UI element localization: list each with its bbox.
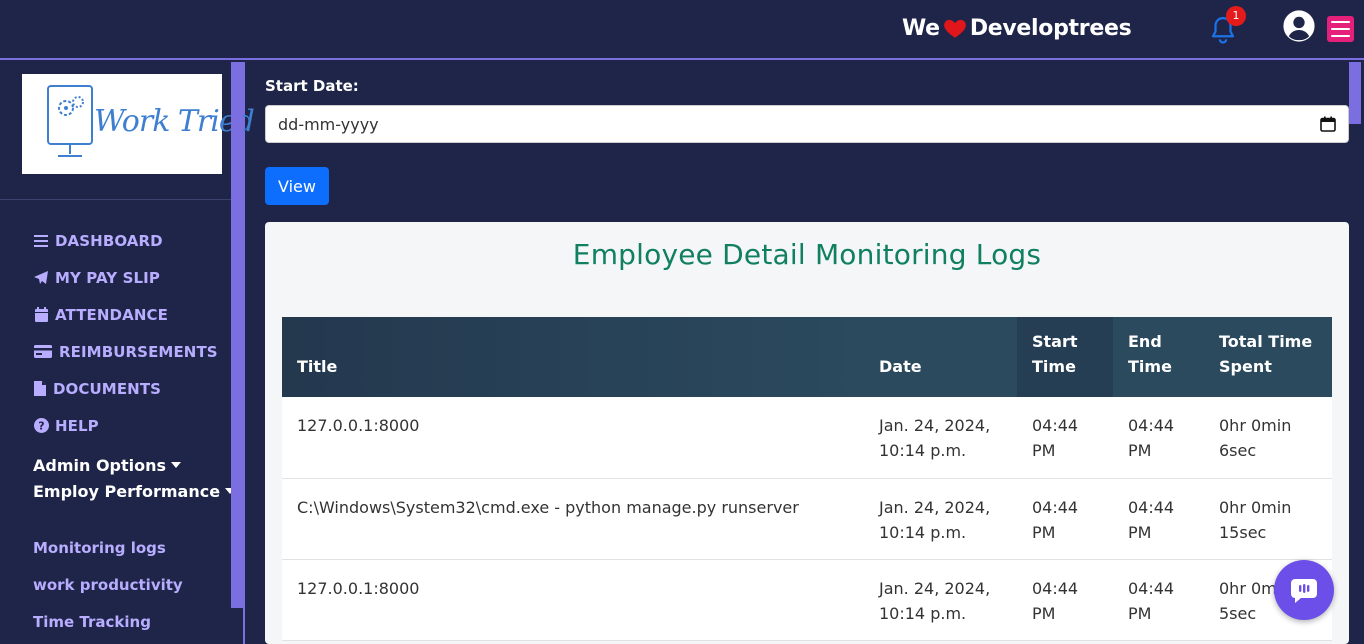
cell-end-time: 04:44 PM [1113, 559, 1204, 641]
sidebar-item-label: ATTENDANCE [55, 305, 168, 324]
performance-sublinks: Monitoring logs work productivity Time T… [33, 529, 183, 640]
table-row: C:\Windows\System32\cmd.exe - python man… [282, 478, 1332, 560]
sidebar-nav: DASHBOARD MY PAY SLIP ATTENDANCE REIMBUR… [33, 222, 218, 444]
sidebar: Work Tried DASHBOARD MY PAY SLIP ATTENDA… [0, 62, 255, 644]
table-header-row: Title Date Start Time End Time Total Tim… [282, 317, 1332, 397]
sidebar-divider [0, 199, 231, 200]
caret-down-icon [171, 462, 182, 468]
sidebar-item-label: REIMBURSEMENTS [59, 342, 218, 361]
column-header-end-time: End Time [1113, 317, 1204, 397]
logs-table: Title Date Start Time End Time Total Tim… [282, 317, 1332, 641]
cell-date: Jan. 24, 2024, 10:14 p.m. [864, 397, 1017, 479]
sidebar-item-label: MY PAY SLIP [55, 268, 160, 287]
bars-icon [33, 233, 49, 249]
column-header-date: Date [864, 317, 1017, 397]
date-placeholder: dd-mm-yyyy [278, 114, 379, 134]
brand-title: We Developtrees [902, 12, 1132, 44]
top-navbar: We Developtrees 1 [0, 0, 1364, 60]
view-button[interactable]: View [265, 167, 329, 205]
credit-card-icon [33, 344, 53, 360]
employ-performance-dropdown[interactable]: Employ Performance [33, 478, 236, 504]
admin-options-label: Admin Options [33, 455, 167, 475]
sidebar-item-dashboard[interactable]: DASHBOARD [33, 222, 218, 259]
company-logo: Work Tried [22, 74, 255, 174]
sidebar-item-label: DASHBOARD [55, 231, 163, 250]
file-icon [33, 381, 47, 397]
admin-options-dropdown[interactable]: Admin Options [33, 452, 235, 478]
sidebar-item-work-productivity[interactable]: work productivity [33, 566, 183, 603]
sidebar-item-pay-slip[interactable]: MY PAY SLIP [33, 259, 218, 296]
cell-date: Jan. 24, 2024, 10:14 p.m. [864, 478, 1017, 560]
cell-end-time: 04:44 PM [1113, 478, 1204, 560]
hamburger-menu-button[interactable] [1327, 16, 1354, 42]
cell-start-time: 04:44 PM [1017, 397, 1113, 479]
start-date-label: Start Date: [265, 77, 359, 95]
start-date-input[interactable]: dd-mm-yyyy [265, 105, 1349, 143]
sidebar-scrollbar[interactable] [231, 62, 243, 608]
chat-widget-button[interactable] [1274, 560, 1334, 620]
page-title: Employee Detail Monitoring Logs [572, 238, 1042, 271]
calendar-picker-icon[interactable] [1320, 116, 1336, 132]
question-circle-icon: ? [33, 418, 49, 434]
column-header-start-time: Start Time [1017, 317, 1113, 397]
main-scrollbar[interactable] [1349, 62, 1361, 124]
heart-icon [944, 19, 966, 38]
chat-bubble-icon [1291, 579, 1317, 603]
sidebar-item-label: HELP [55, 416, 99, 435]
cell-start-time: 04:44 PM [1017, 478, 1113, 560]
svg-text:?: ? [38, 420, 44, 433]
cell-title: C:\Windows\System32\cmd.exe - python man… [282, 478, 864, 560]
cell-end-time: 04:44 PM [1113, 397, 1204, 479]
table-row: 127.0.0.1:8000 Jan. 24, 2024, 10:14 p.m.… [282, 397, 1332, 479]
employ-performance-label: Employ Performance [33, 481, 221, 501]
cell-start-time: 04:44 PM [1017, 559, 1113, 641]
table-row: 127.0.0.1:8000 Jan. 24, 2024, 10:14 p.m.… [282, 559, 1332, 641]
calendar-icon [33, 307, 49, 323]
cell-total-time: 0hr 0min 15sec [1204, 478, 1332, 560]
admin-section: Admin Options Employ Performance [33, 452, 236, 504]
brand-name: Developtrees [969, 15, 1132, 41]
sidebar-item-time-tracking[interactable]: Time Tracking [33, 603, 183, 640]
cell-date: Jan. 24, 2024, 10:14 p.m. [864, 559, 1017, 641]
cell-title: 127.0.0.1:8000 [282, 559, 864, 641]
column-header-title: Title [282, 317, 864, 397]
sidebar-item-documents[interactable]: DOCUMENTS [33, 370, 218, 407]
sidebar-item-reimbursements[interactable]: REIMBURSEMENTS [33, 333, 218, 370]
cell-title: 127.0.0.1:8000 [282, 397, 864, 479]
user-avatar-icon[interactable] [1282, 9, 1316, 43]
notification-badge: 1 [1226, 6, 1246, 26]
sidebar-item-label: DOCUMENTS [53, 379, 162, 398]
monitor-gear-icon [47, 85, 93, 157]
logo-text: Work Tried [94, 104, 255, 139]
sidebar-item-monitoring-logs[interactable]: Monitoring logs [33, 529, 183, 566]
logs-table-wrapper: Title Date Start Time End Time Total Tim… [282, 317, 1332, 641]
sidebar-item-help[interactable]: ? HELP [33, 407, 218, 444]
monitoring-logs-card: Employee Detail Monitoring Logs Title Da… [265, 222, 1349, 644]
cell-total-time: 0hr 0min 6sec [1204, 397, 1332, 479]
paper-plane-icon [33, 270, 49, 286]
brand-we: We [902, 15, 940, 41]
sidebar-item-attendance[interactable]: ATTENDANCE [33, 296, 218, 333]
column-header-total-time: Total Time Spent [1204, 317, 1332, 397]
